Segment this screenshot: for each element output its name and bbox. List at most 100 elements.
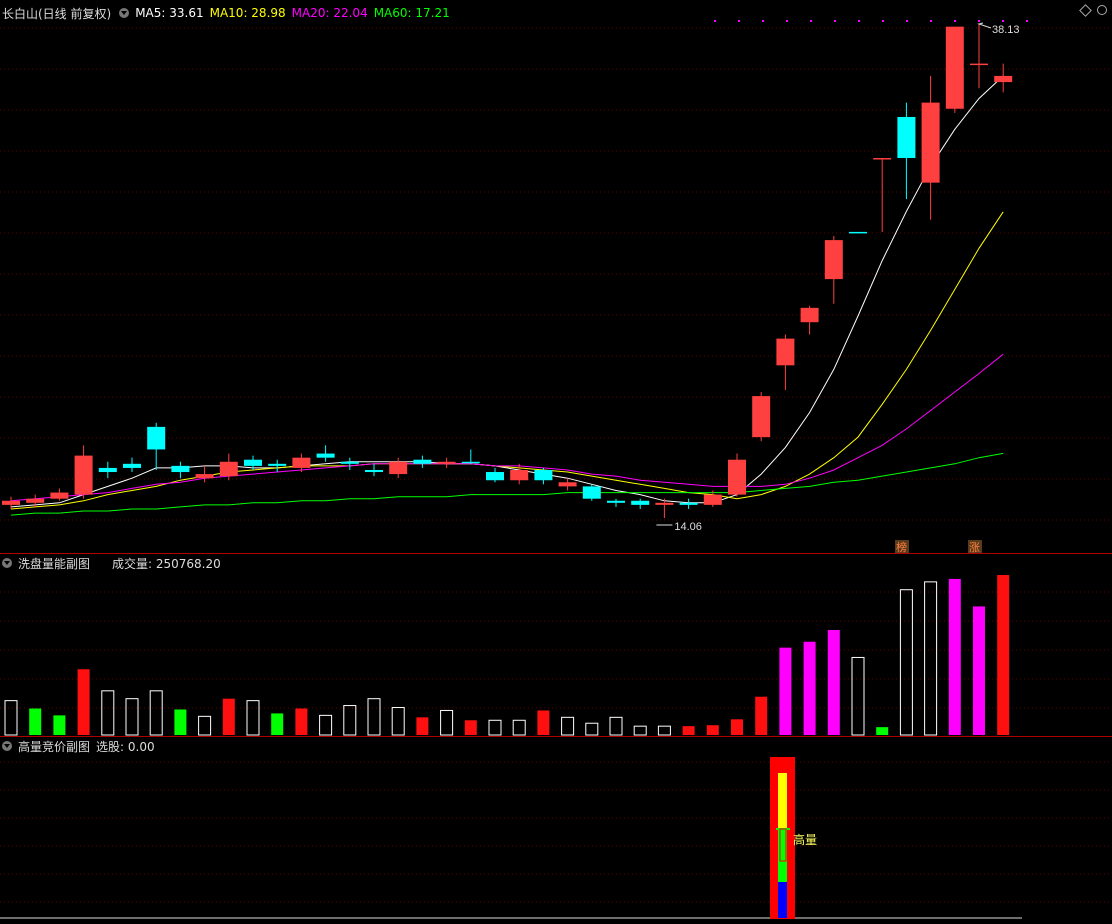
candle-body — [582, 486, 601, 499]
candle-body — [486, 472, 504, 481]
candle-body — [219, 461, 238, 477]
high-arrow — [977, 22, 992, 29]
marker-dot — [786, 20, 788, 22]
candle-body — [752, 396, 771, 438]
candle-body — [413, 459, 432, 464]
volume-bar — [803, 641, 816, 735]
tag-label: 涨 — [969, 541, 980, 554]
volume-bar — [537, 710, 550, 735]
volume-bar — [633, 725, 647, 736]
volume-bar — [997, 575, 1010, 735]
volume-bar — [609, 716, 623, 736]
candle-body — [389, 461, 408, 475]
volume-bar — [948, 578, 961, 735]
candle-body — [268, 463, 287, 466]
volume-bar — [125, 698, 139, 736]
marker-dot — [978, 20, 980, 22]
volume-bar — [924, 581, 938, 736]
candle-body — [703, 494, 722, 505]
volume-bar — [876, 727, 889, 735]
candle-body — [26, 498, 45, 503]
candle-body — [921, 102, 940, 183]
candle-body — [607, 500, 625, 503]
volume-bar — [440, 709, 454, 736]
volume-bar — [585, 722, 599, 736]
marker-dot — [714, 20, 716, 22]
volume-bar — [416, 717, 429, 735]
candle-body — [244, 459, 262, 466]
marker-dot — [738, 20, 740, 22]
volume-bar — [731, 719, 743, 735]
volume-bar — [198, 715, 212, 736]
volume-bar — [488, 719, 502, 736]
volume-bar — [77, 669, 90, 735]
candle-body — [74, 455, 93, 495]
marker-dot — [762, 20, 764, 22]
signal-label: 高量 — [793, 832, 817, 847]
volume-bar — [29, 708, 42, 735]
candle-body — [147, 426, 166, 450]
volume-bar — [367, 698, 381, 736]
volume-bar — [101, 690, 115, 736]
volume-bar — [512, 719, 526, 736]
volume-bar — [899, 589, 913, 736]
candle-body — [970, 63, 988, 66]
volume-bar — [657, 725, 671, 736]
candle-body — [123, 463, 141, 468]
marker-dot — [858, 20, 860, 22]
candle-body — [655, 502, 674, 505]
volume-bar — [174, 709, 187, 735]
candle-body — [50, 492, 69, 499]
signal-bar-blue — [778, 882, 787, 918]
candle-body — [2, 500, 20, 505]
candle-body — [340, 461, 359, 464]
candle-body — [728, 459, 746, 495]
marker-dot — [882, 20, 884, 22]
volume-bar — [779, 647, 792, 735]
marker-dot — [1026, 20, 1028, 22]
candle-body — [316, 453, 335, 458]
candle-body — [98, 467, 117, 473]
candle-body — [849, 231, 867, 234]
candle-body — [558, 482, 577, 487]
candle-body — [897, 116, 916, 159]
volume-bar — [222, 698, 235, 735]
candle-body — [195, 474, 214, 479]
candle-body — [824, 240, 843, 280]
candle-body — [776, 338, 795, 366]
volume-bar — [561, 716, 575, 736]
stock-chart[interactable]: 38.13 14.06 榜 涨高量 — [0, 0, 1112, 924]
volume-bar — [319, 714, 333, 736]
marker-dot — [930, 20, 932, 22]
candle-body — [679, 502, 698, 505]
volume-bar — [246, 700, 260, 736]
high-price-label: 38.13 — [992, 24, 1020, 36]
marker-dot — [906, 20, 908, 22]
candle-body — [510, 469, 529, 481]
volume-bar — [682, 726, 695, 735]
marker-dot — [1002, 20, 1004, 22]
candle-body — [631, 500, 650, 505]
low-price-label: 14.06 — [674, 521, 702, 533]
volume-bar — [464, 720, 477, 735]
volume-bar — [827, 629, 840, 735]
volume-bar — [343, 705, 357, 736]
volume-bar — [149, 690, 163, 736]
volume-bar — [295, 708, 308, 735]
tag-label: 榜 — [896, 540, 907, 554]
candle-body — [437, 461, 456, 464]
candle-body — [873, 158, 892, 160]
candle-body — [292, 457, 311, 468]
marker-dot — [810, 20, 812, 22]
candle-body — [365, 469, 383, 473]
marker-dot — [954, 20, 956, 22]
candle-body — [945, 26, 964, 109]
volume-bar — [973, 606, 985, 735]
volume-bar — [391, 707, 405, 736]
candle-body — [994, 75, 1013, 83]
candle-body — [171, 465, 190, 473]
candle-body — [461, 461, 480, 464]
volume-bar — [271, 713, 284, 735]
volume-bar — [4, 700, 18, 736]
ma10-line — [10, 211, 1004, 510]
